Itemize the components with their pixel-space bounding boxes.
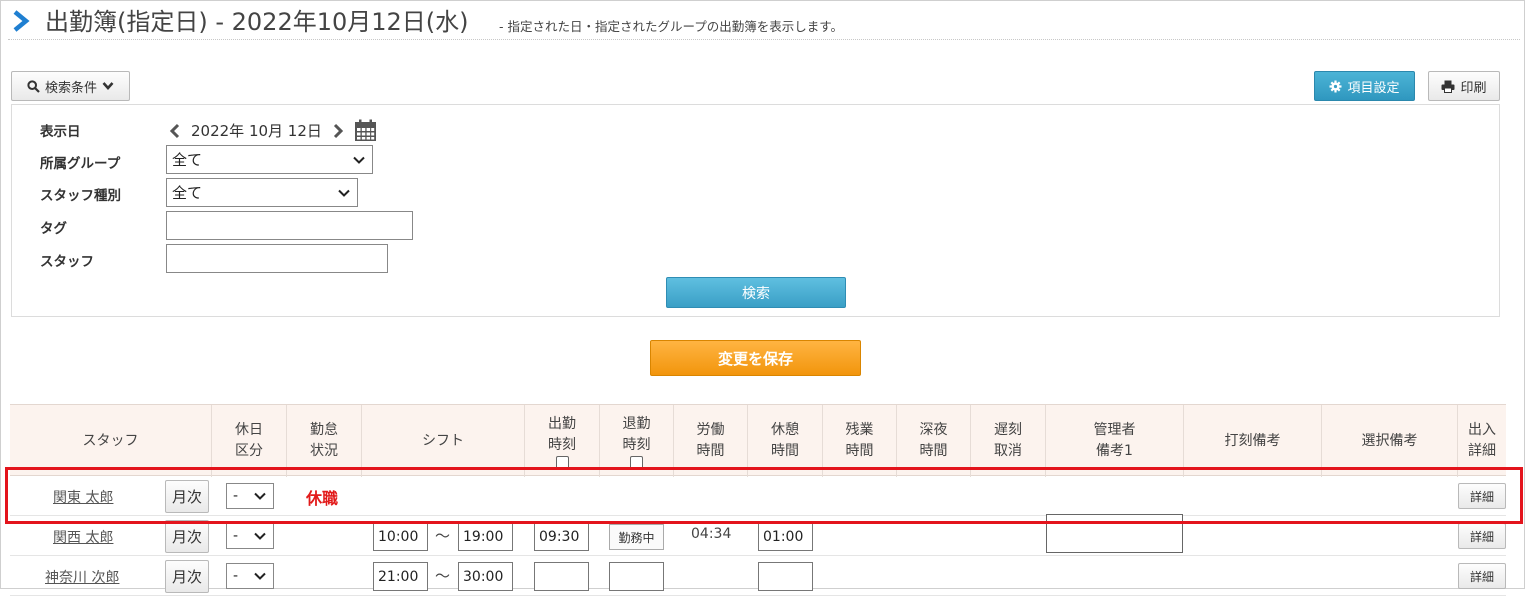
page-header: 出勤簿(指定日) - 2022年10月12日(水) - 指定された日・指定された… (8, 6, 1520, 40)
staff-name-link[interactable]: 神奈川 次郎 (45, 567, 119, 587)
search-conditions-button[interactable]: 検索条件 (11, 71, 130, 101)
clock-in-input[interactable]: 09:30 (534, 522, 589, 551)
table-row: 神奈川 次郎 月次 - 21:00 〜 30:00 詳細 (10, 556, 1506, 596)
print-button[interactable]: 印刷 (1428, 71, 1500, 101)
col-header-select-note: 選択備考 (1322, 405, 1458, 477)
chevron-down-icon (353, 156, 365, 164)
working-status-badge: 勤務中 (609, 524, 664, 550)
clock-in-select-all-checkbox[interactable] (555, 455, 569, 469)
search-conditions-label: 検索条件 (44, 80, 97, 96)
group-select-value: 全て (172, 151, 203, 169)
detail-button[interactable]: 詳細 (1458, 483, 1506, 509)
monthly-button[interactable]: 月次 (165, 560, 209, 593)
printer-icon (1441, 80, 1455, 93)
staff-type-label: スタッフ種別 (40, 188, 121, 204)
search-icon (27, 79, 40, 93)
admin-note-textarea[interactable] (1046, 514, 1183, 553)
staff-input[interactable] (166, 244, 388, 273)
calendar-icon[interactable] (354, 119, 377, 142)
chevron-down-icon (338, 189, 350, 197)
holiday-select[interactable]: - (226, 483, 274, 509)
clock-out-input[interactable] (609, 562, 664, 591)
shift-end-input[interactable]: 19:00 (458, 522, 513, 551)
chevron-down-icon (254, 492, 266, 500)
col-header-clock-in: 出勤 時刻 (525, 405, 600, 477)
col-header-work-time: 労働 時間 (674, 405, 748, 477)
col-header-night-time: 深夜 時間 (897, 405, 971, 477)
work-time-value: 04:34 (691, 526, 732, 542)
column-settings-label: 項目設定 (1347, 80, 1400, 96)
tilde-separator: 〜 (435, 567, 451, 585)
col-header-holiday: 休日 区分 (212, 405, 287, 477)
tag-label: タグ (40, 221, 67, 237)
shift-start-input[interactable]: 21:00 (373, 562, 428, 591)
holiday-select[interactable]: - (226, 523, 274, 549)
chevron-left-icon[interactable] (169, 123, 181, 139)
break-time-input[interactable]: 01:00 (758, 522, 813, 551)
detail-button[interactable]: 詳細 (1458, 563, 1506, 589)
staff-type-select[interactable]: 全て (166, 178, 358, 207)
table-header: スタッフ 休日 区分 勤怠 状況 シフト 出勤 時刻 退勤 時刻 労働 時間 休憩 時間 残… (10, 404, 1506, 477)
save-changes-button[interactable]: 変更を保存 (650, 340, 861, 376)
shift-start-input[interactable]: 10:00 (373, 522, 428, 551)
group-select[interactable]: 全て (166, 145, 373, 174)
table-row: 関東 太郎 月次 - 休職 詳細 (10, 476, 1506, 516)
table-row: 関西 太郎 月次 - 10:00 〜 19:00 09:30 勤務中 04:34… (10, 516, 1506, 556)
page-subtitle: - 指定された日・指定されたグループの出勤簿を表示します。 (499, 19, 843, 34)
col-header-break-time: 休憩 時間 (748, 405, 823, 477)
status-badge: 休職 (306, 489, 339, 508)
col-header-admin-note: 管理者 備考1 (1046, 405, 1184, 477)
chevron-down-icon (102, 82, 114, 90)
print-label: 印刷 (1460, 80, 1487, 96)
gear-icon (1329, 80, 1342, 92)
col-header-late-cancel: 遅刻 取消 (971, 405, 1046, 477)
break-time-input[interactable] (758, 562, 813, 591)
shift-end-input[interactable]: 30:00 (458, 562, 513, 591)
monthly-button[interactable]: 月次 (165, 480, 209, 513)
chevron-down-icon (254, 572, 266, 580)
column-settings-button[interactable]: 項目設定 (1314, 71, 1415, 101)
chevron-right-icon[interactable] (332, 123, 344, 139)
tilde-separator: 〜 (435, 527, 451, 545)
group-label: 所属グループ (40, 156, 121, 172)
staff-name-link[interactable]: 関東 太郎 (53, 487, 113, 507)
col-header-inout-detail: 出入 詳細 (1468, 422, 1496, 459)
monthly-button[interactable]: 月次 (165, 520, 209, 553)
clock-out-select-all-checkbox[interactable] (630, 455, 643, 469)
holiday-select[interactable]: - (226, 563, 274, 589)
col-header-overtime: 残業 時間 (823, 405, 897, 477)
col-header-staff: スタッフ (10, 405, 212, 477)
col-header-shift: シフト (362, 405, 525, 477)
col-header-stamp-note: 打刻備考 (1184, 405, 1322, 477)
chevron-right-icon (13, 10, 30, 32)
col-header-attendance-status: 勤怠 状況 (287, 405, 362, 477)
date-navigator: 2022年 10月 12日 (169, 119, 377, 142)
date-label: 表示日 (40, 124, 81, 140)
staff-label: スタッフ (40, 254, 94, 270)
date-value: 2022年 10月 12日 (191, 122, 322, 140)
col-header-clock-out: 退勤 時刻 (600, 405, 674, 477)
tag-input[interactable] (166, 211, 413, 240)
staff-name-link[interactable]: 関西 太郎 (53, 527, 113, 547)
chevron-down-icon (254, 532, 266, 540)
detail-button[interactable]: 詳細 (1458, 523, 1506, 549)
page-title: 出勤簿(指定日) - 2022年10月12日(水) (45, 8, 469, 36)
staff-type-select-value: 全て (172, 184, 203, 202)
search-button[interactable]: 検索 (666, 277, 846, 308)
clock-in-input[interactable] (534, 562, 589, 591)
